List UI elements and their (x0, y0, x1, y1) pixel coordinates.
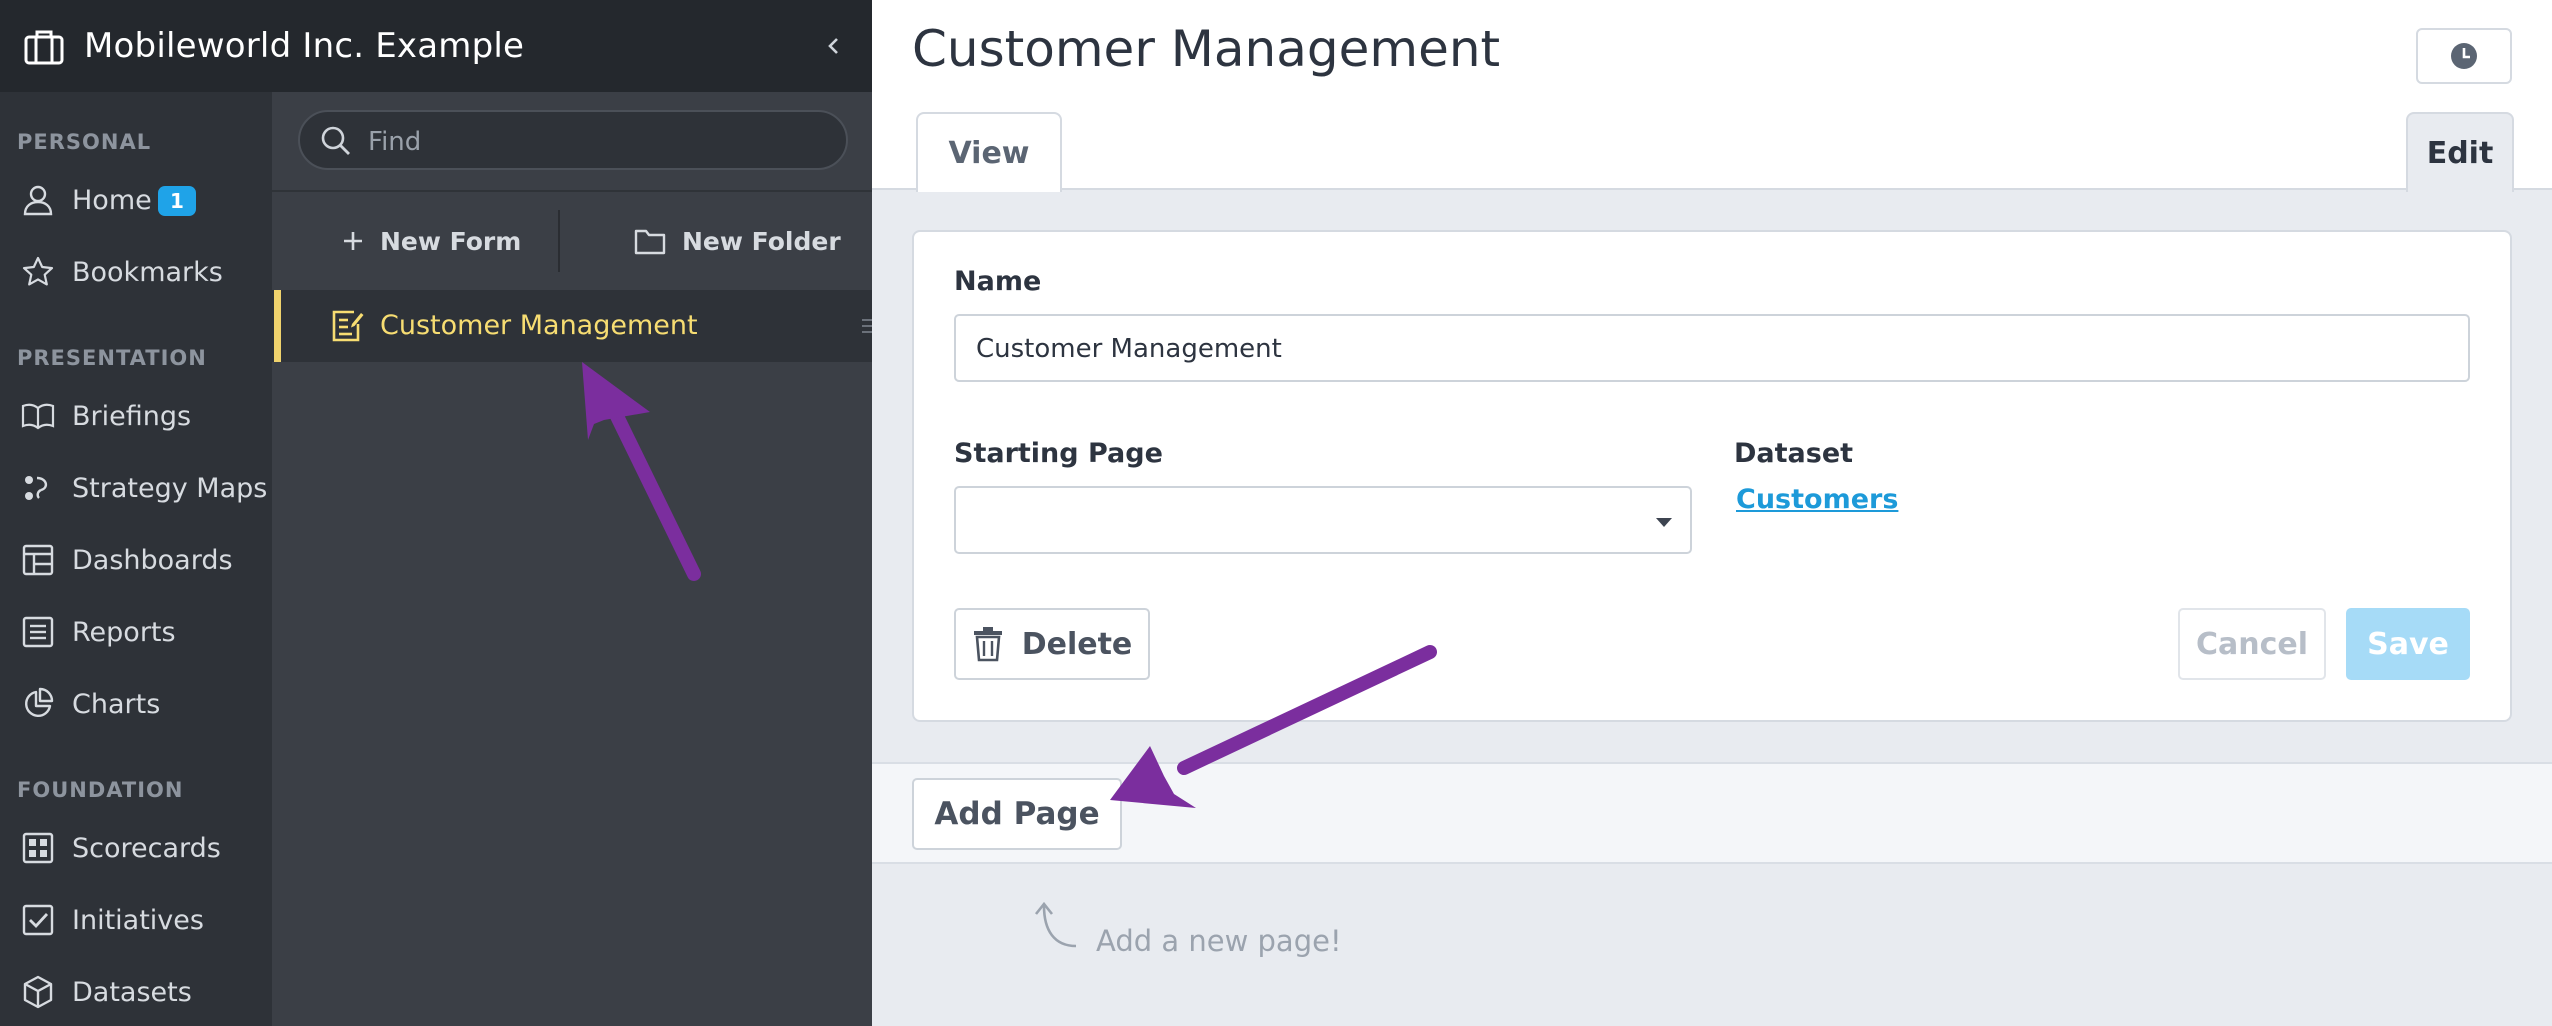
star-icon (22, 256, 54, 286)
search-input[interactable]: Find (298, 110, 848, 170)
sidebar-item-label: Bookmarks (72, 256, 223, 288)
sidebar-item-home[interactable]: Home 1 (0, 172, 272, 228)
org-header: Mobileworld Inc. Example (0, 0, 872, 92)
strategy-map-icon (25, 476, 48, 500)
sidebar-item-reports[interactable]: Reports (0, 604, 272, 660)
divider (558, 210, 560, 272)
name-field-value: Customer Management (976, 334, 1282, 364)
sidebar-item-label: Reports (72, 616, 176, 648)
sidebar-item-label: Briefings (72, 400, 192, 432)
new-folder-label: New Folder (682, 226, 841, 256)
sidebar-item-label: Dashboards (72, 544, 233, 576)
form-card: Name Customer Management Starting Page D… (912, 230, 2512, 722)
checkbox-icon (22, 904, 54, 936)
add-page-hint: Add a new page! (1020, 890, 1420, 970)
sidebar-item-label: Home (72, 184, 152, 216)
trash-icon (973, 627, 1002, 662)
section-heading-foundation: FOUNDATION (17, 778, 184, 802)
tab-view[interactable]: View (916, 112, 1062, 192)
caret-down-icon (1656, 518, 1672, 527)
folder-icon (634, 229, 666, 255)
cube-icon (23, 975, 53, 1009)
chevron-left-icon (828, 38, 838, 54)
history-button[interactable] (2416, 28, 2512, 84)
new-form-button[interactable]: New Form (342, 210, 521, 272)
section-heading-presentation: PRESENTATION (17, 346, 207, 370)
main-header: Customer Management View Edit (872, 0, 2552, 192)
section-heading-personal: PERSONAL (17, 130, 152, 154)
list-icon (22, 616, 54, 648)
tree-item-customer-management[interactable]: Customer Management (272, 290, 872, 362)
tree-item-label: Customer Management (380, 310, 698, 341)
org-name[interactable]: Mobileworld Inc. Example (84, 26, 524, 66)
dataset-link[interactable]: Customers (1736, 484, 1898, 515)
curved-arrow-icon (1034, 901, 1077, 948)
search-icon (321, 126, 350, 155)
user-icon (23, 185, 53, 216)
sidebar-item-bookmarks[interactable]: Bookmarks (0, 244, 272, 300)
sidebar-item-label: Scorecards (72, 832, 221, 864)
sidebar-item-dashboards[interactable]: Dashboards (0, 532, 272, 588)
sidebar-item-label: Charts (72, 688, 161, 720)
new-folder-button[interactable]: New Folder (634, 210, 841, 272)
name-field[interactable]: Customer Management (954, 314, 2470, 382)
forms-panel: Find New Form New Folder Customer Manage… (272, 92, 872, 1026)
cancel-button[interactable]: Cancel (2178, 608, 2326, 680)
sidebar-item-label: Datasets (72, 976, 192, 1008)
scorecard-icon (22, 832, 54, 864)
dashboard-icon (22, 544, 54, 576)
starting-page-select[interactable] (954, 486, 1692, 554)
briefcase-icon (24, 30, 64, 65)
book-icon (21, 403, 55, 430)
sidebar: PERSONAL Home 1 Bookmarks PRESENTATION B… (0, 92, 272, 1026)
sidebar-item-scorecards[interactable]: Scorecards (0, 820, 272, 876)
sidebar-item-charts[interactable]: Charts (0, 676, 272, 732)
sidebar-item-briefings[interactable]: Briefings (0, 388, 272, 444)
sidebar-item-strategy-maps[interactable]: Strategy Maps (0, 460, 272, 516)
form-icon (332, 310, 364, 342)
notification-badge: 1 (158, 186, 196, 216)
sidebar-item-label: Strategy Maps (72, 472, 268, 504)
save-button[interactable]: Save (2346, 608, 2470, 680)
pie-chart-icon (25, 687, 54, 717)
page-title: Customer Management (912, 20, 1501, 78)
sidebar-item-initiatives[interactable]: Initiatives (0, 892, 272, 948)
starting-page-label: Starting Page (954, 438, 1163, 469)
add-page-bar: Add Page (872, 762, 2552, 864)
sidebar-item-label: Initiatives (72, 904, 204, 936)
drag-handle-icon[interactable] (860, 316, 872, 336)
sidebar-item-datasets[interactable]: Datasets (0, 964, 272, 1020)
selection-indicator (274, 290, 281, 362)
tab-edit[interactable]: Edit (2406, 112, 2514, 192)
plus-icon (344, 232, 362, 250)
collapse-sidebar-button[interactable] (814, 26, 854, 66)
clock-icon (2451, 43, 2477, 69)
add-page-hint-text: Add a new page! (1096, 924, 1342, 958)
name-label: Name (954, 266, 1042, 297)
search-placeholder: Find (368, 127, 422, 157)
delete-button[interactable]: Delete (954, 608, 1150, 680)
new-form-label: New Form (380, 226, 522, 256)
add-page-button[interactable]: Add Page (912, 778, 1122, 850)
divider (272, 190, 872, 192)
delete-button-label: Delete (1021, 626, 1133, 662)
dataset-label: Dataset (1734, 438, 1854, 469)
